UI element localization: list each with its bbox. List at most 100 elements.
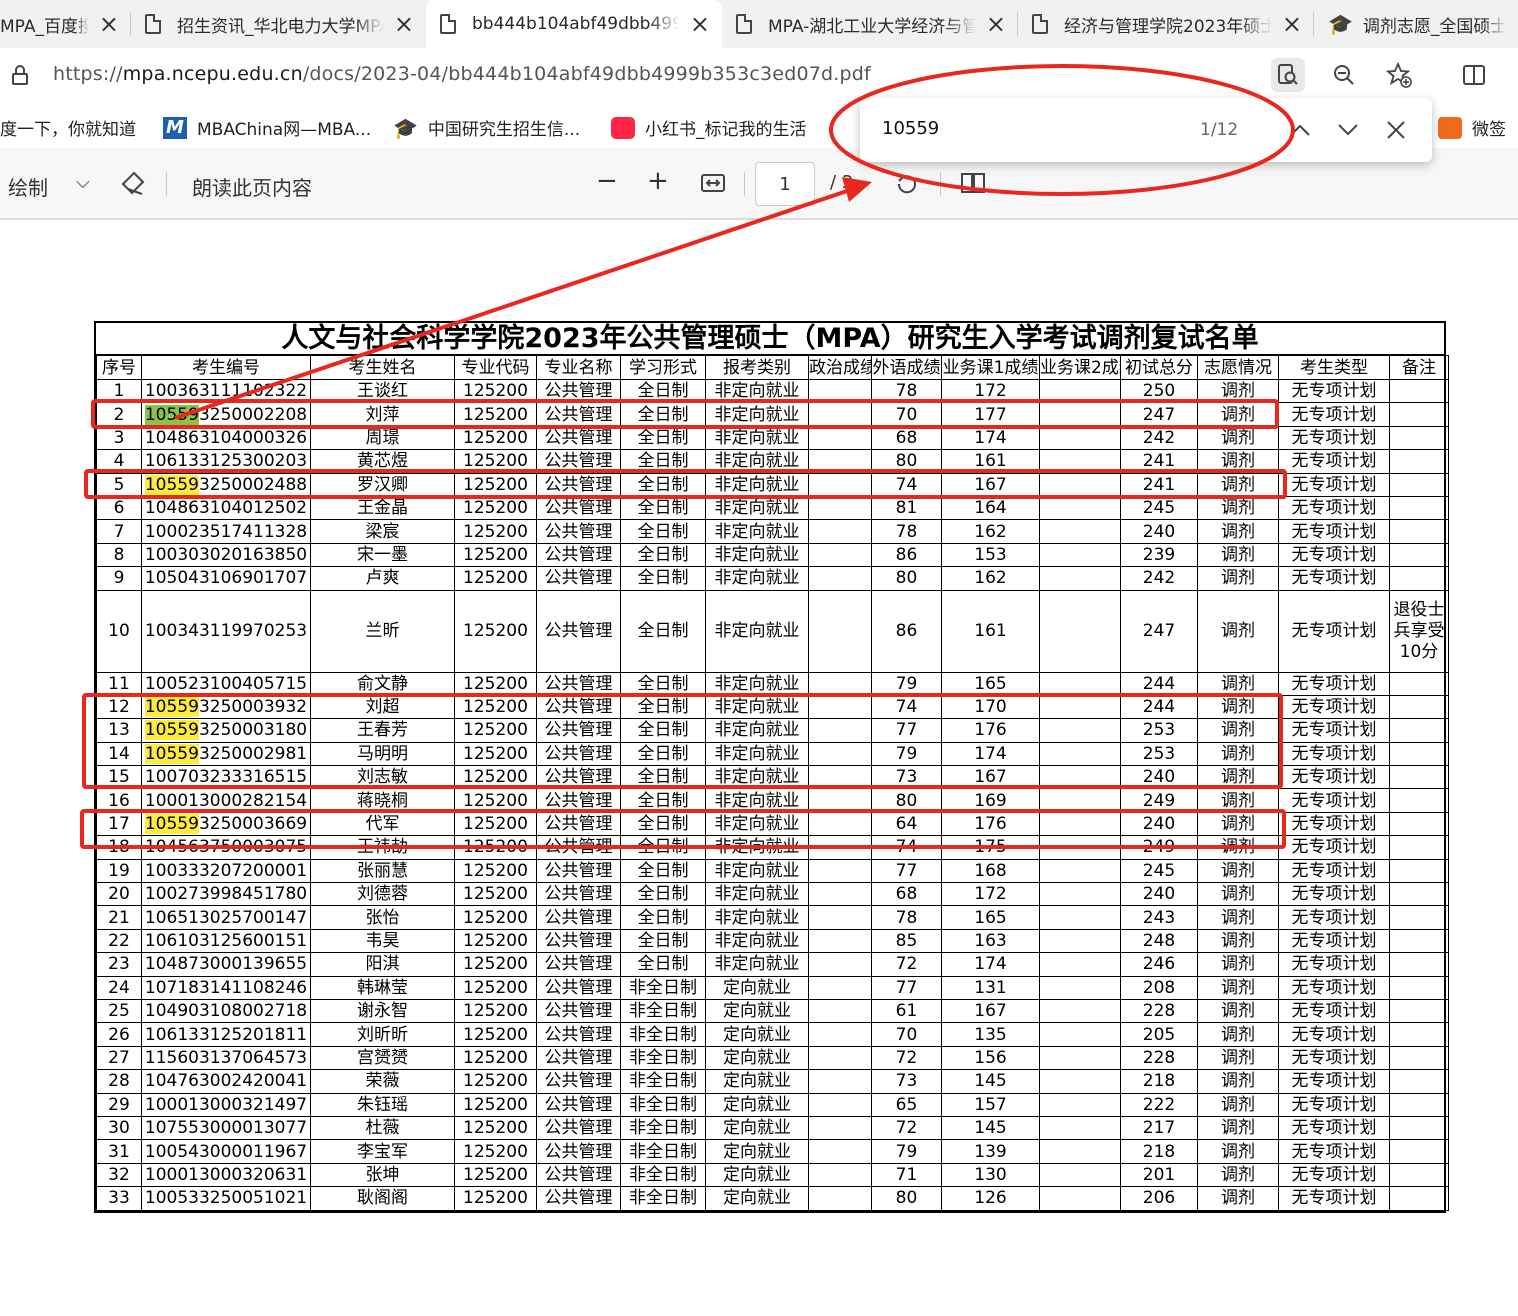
table-cell: 253 (1120, 718, 1198, 743)
lock-icon[interactable] (12, 65, 28, 85)
table-cell (808, 694, 872, 720)
table-cell: 100523100405715 (141, 671, 311, 696)
eraser-icon[interactable] (120, 170, 146, 201)
favorite-xiaohongshu[interactable]: 小红书_标记我的生活 (611, 115, 807, 140)
table-cell (1039, 905, 1121, 930)
column-header: 专业代码 (454, 355, 537, 380)
close-icon[interactable]: × (99, 12, 119, 36)
split-screen-icon[interactable] (1457, 58, 1491, 92)
table-cell: 161 (941, 589, 1040, 673)
tab-tiaoji[interactable]: 🎓 调剂志愿_全国硕士 (1314, 0, 1518, 48)
read-aloud-button[interactable]: 朗读此页内容 (192, 172, 312, 201)
table-cell: 无专项计划 (1278, 741, 1390, 767)
table-cell: 100013000282154 (141, 788, 311, 813)
column-header: 政治成绩 (808, 355, 872, 380)
table-cell: 21 (96, 905, 142, 930)
table-cell: 80 (871, 1186, 942, 1211)
note-cell (1389, 741, 1449, 767)
find-input[interactable]: 10559 (882, 118, 939, 139)
close-icon[interactable]: × (690, 12, 710, 36)
column-header: 序号 (96, 355, 142, 380)
table-cell: 172 (941, 378, 1040, 404)
table-cell (1039, 1115, 1121, 1141)
favorite-mbachina[interactable]: M MBAChina网—MBA... (163, 115, 371, 140)
close-icon[interactable]: × (394, 12, 414, 36)
zoom-out-icon[interactable]: − (596, 166, 618, 196)
table-cell: 61 (871, 998, 942, 1024)
close-find-icon[interactable] (1378, 112, 1414, 148)
note-cell (1389, 671, 1449, 696)
table-cell: 81 (871, 495, 942, 521)
table-row: 29 100013000321497 朱钰瑶 125200 公共管理 非全日制 定向就业 65… (96, 1092, 1449, 1117)
table-cell: 241 (1120, 472, 1198, 497)
reader-search-icon[interactable] (1271, 58, 1305, 92)
find-next-icon[interactable] (1330, 112, 1366, 148)
table-cell: 阳淇 (310, 952, 455, 977)
table-cell: 刘昕昕 (310, 1022, 455, 1047)
tab-econ-school[interactable]: 经济与管理学院2023年硕士 × (1018, 0, 1314, 48)
url-field[interactable]: https://mpa.ncepu.edu.cn/docs/2023-04/bb… (53, 63, 871, 85)
table-cell: 非全日制 (620, 1115, 706, 1141)
tab-mpa-baidu[interactable]: MPA_百度搜 × (0, 0, 131, 48)
table-cell: 张丽慧 (310, 858, 455, 884)
favorite-weiqian[interactable]: 微签 (1438, 115, 1506, 140)
table-cell (1039, 975, 1121, 1000)
table-cell: 非定向就业 (705, 378, 809, 404)
table-row: 18 104563750003075 王祎劼 125200 公共管理 全日制 非定向就业 74… (96, 835, 1449, 860)
table-cell: 145 (941, 1069, 1040, 1094)
table-cell: 163 (941, 928, 1040, 954)
table-cell: 10 (96, 589, 142, 673)
table-cell: 106103125600151 (141, 928, 311, 954)
tab-hbut-mpa[interactable]: MPA-湖北工业大学经济与管理学院 × (722, 0, 1018, 48)
table-cell: 247 (1120, 589, 1198, 673)
chevron-down-icon[interactable]: ⌵ (76, 172, 90, 193)
table-cell: 125200 (454, 928, 537, 954)
favorite-yanzhao[interactable]: 🎓 中国研究生招生信... (393, 115, 580, 141)
table-cell: 169 (941, 788, 1040, 813)
table-cell: 公共管理 (536, 402, 621, 427)
column-header: 考生类型 (1278, 355, 1390, 380)
table-cell: 代军 (310, 811, 455, 837)
table-cell (1039, 788, 1121, 813)
table-cell: 104563750003075 (141, 835, 311, 860)
table-cell: 80 (871, 566, 942, 591)
draw-button[interactable]: 绘制 (8, 172, 48, 201)
table-cell: 244 (1120, 671, 1198, 696)
note-cell (1389, 542, 1449, 568)
document-icon (736, 14, 752, 34)
table-cell: 全日制 (620, 402, 706, 427)
find-bar: 10559 1/12 (860, 98, 1432, 162)
find-previous-icon[interactable] (1282, 112, 1318, 148)
page-total: / 3 (830, 172, 854, 193)
table-cell: 125200 (454, 472, 537, 497)
table-cell: 全日制 (620, 858, 706, 884)
table-cell (1039, 671, 1121, 696)
fit-width-icon[interactable] (700, 172, 726, 199)
close-icon[interactable]: × (1282, 12, 1302, 36)
tab-pdf-active[interactable]: bb444b104abf49dbb4999b353c3ed07d.pdf × (426, 0, 722, 48)
close-icon[interactable]: × (986, 12, 1006, 36)
page-view-icon[interactable] (960, 172, 988, 199)
table-cell: 无专项计划 (1278, 1092, 1390, 1117)
zoom-icon[interactable] (1327, 58, 1361, 92)
table-cell: 248 (1120, 928, 1198, 954)
page-number-input[interactable]: 1 (755, 162, 815, 206)
table-cell: 无专项计划 (1278, 402, 1390, 427)
document-title: 人文与社会科学学院2023年公共管理硕士（MPA）研究生入学考试调剂复试名单 (96, 323, 1444, 355)
table-row: 31 100543000011967 李宝军 125200 公共管理 非全日制 定向就业 79… (96, 1139, 1449, 1164)
table-cell: 无专项计划 (1278, 952, 1390, 977)
zoom-in-icon[interactable]: + (647, 166, 669, 196)
table-cell: 246 (1120, 952, 1198, 977)
url-prefix: https:// (53, 63, 123, 85)
tab-ncepu-news[interactable]: 招生资讯_华北电力大学MPA × (131, 0, 426, 48)
column-header: 备注 (1389, 355, 1449, 380)
rotate-icon[interactable] (893, 170, 921, 203)
add-favorite-icon[interactable] (1382, 58, 1416, 92)
table-cell: 125200 (454, 1069, 537, 1094)
favorite-baidu[interactable]: 度一下，你就知道 (0, 115, 136, 140)
table-cell: 164 (941, 495, 1040, 521)
table-row: 21 106513025700147 张怡 125200 公共管理 全日制 非定向就业 78 1… (96, 905, 1449, 930)
table-cell: 无专项计划 (1278, 1022, 1390, 1047)
table-cell (808, 566, 872, 591)
table-cell: 公共管理 (536, 1186, 621, 1211)
